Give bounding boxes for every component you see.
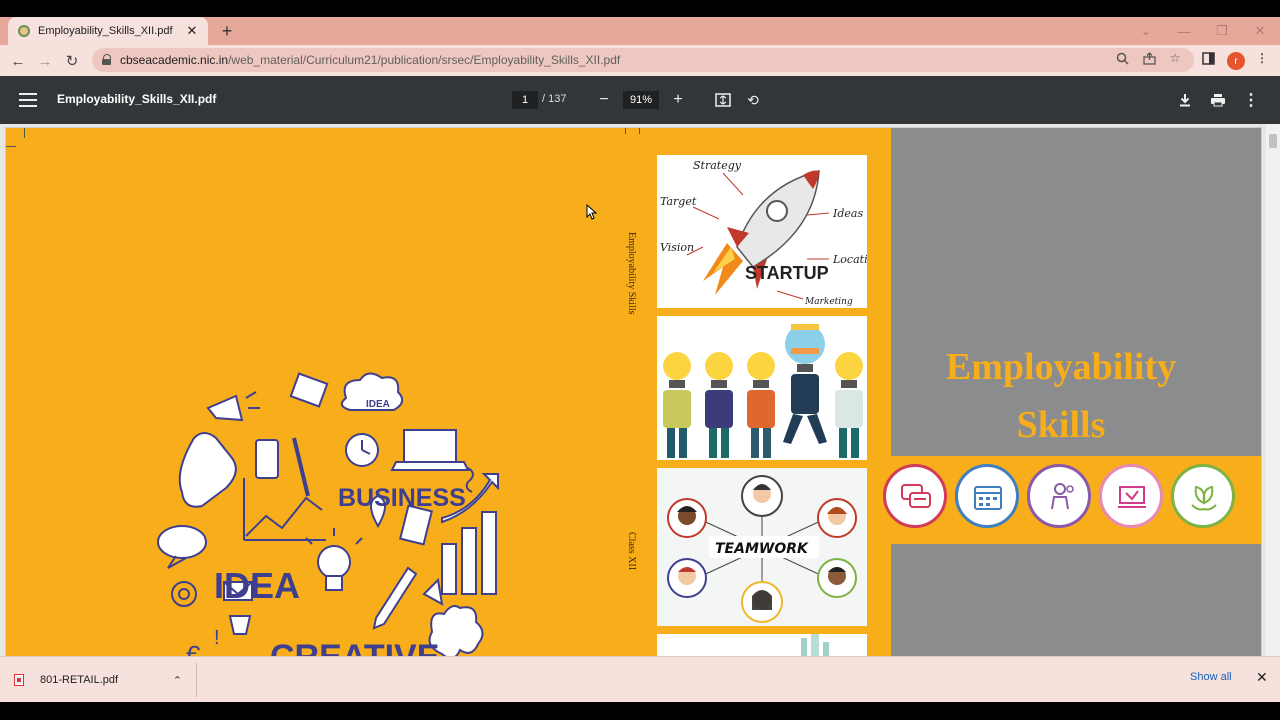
cover-title: Employability Skills: [891, 338, 1231, 454]
screen-letterbox: [0, 702, 1280, 720]
lock-icon[interactable]: [102, 54, 112, 66]
teamwork-image: TEAMWORK: [657, 468, 867, 626]
crop-mark: [639, 128, 640, 134]
startup-label: Strategy: [693, 159, 742, 172]
tab-active[interactable]: Employability_Skills_XII.pdf ✕: [8, 17, 208, 45]
self-management-icon: [1027, 464, 1091, 528]
page-total: / 137: [542, 93, 567, 105]
downloads-divider: [196, 663, 197, 697]
zoom-level-input[interactable]: 91%: [623, 91, 659, 109]
vertical-scrollbar[interactable]: [1266, 124, 1280, 656]
close-downloads-icon[interactable]: ✕: [1256, 669, 1268, 686]
spine-title: Employability Skills: [626, 232, 637, 315]
rotate-icon[interactable]: ⟲: [743, 90, 763, 110]
page-number-input[interactable]: 1: [512, 91, 538, 109]
zoom-icon[interactable]: [1114, 50, 1130, 66]
people-lightbulbs-image: [657, 316, 867, 460]
spine-class: Class XII: [626, 532, 637, 571]
download-item[interactable]: 801-RETAIL.pdf ⌃: [14, 668, 196, 692]
calendar-icon: [955, 464, 1019, 528]
doodle-word: IDEA: [366, 399, 390, 410]
chevron-up-icon[interactable]: ⌃: [173, 674, 182, 687]
pdf-menu-icon[interactable]: [19, 93, 37, 107]
doodle-word-creative: CREATIVE: [270, 638, 439, 656]
mouse-cursor-icon: [586, 204, 598, 220]
zoom-out-icon[interactable]: −: [594, 90, 614, 110]
new-tab-button[interactable]: +: [216, 20, 238, 42]
startup-label: Location: [832, 253, 867, 266]
startup-rocket-image: Strategy Target Ideas Vision Location Ma…: [657, 155, 867, 308]
pdf-toolbar: Employability_Skills_XII.pdf 1 / 137 − 9…: [0, 76, 1280, 124]
crop-mark: [625, 128, 626, 134]
download-file-name: 801-RETAIL.pdf: [40, 674, 119, 686]
startup-label: Target: [660, 195, 697, 208]
startup-title: STARTUP: [745, 263, 829, 283]
startup-label: Vision: [660, 241, 694, 254]
download-icon[interactable]: [1175, 90, 1195, 110]
scrollbar-thumb[interactable]: [1269, 134, 1277, 148]
doodle-word-business: BUSINESS: [338, 484, 466, 512]
browser-toolbar: ← → ↻ cbseacademic.nic.in/web_material/C…: [0, 45, 1280, 76]
profile-avatar[interactable]: r: [1227, 52, 1245, 70]
pdf-file-name: Employability_Skills_XII.pdf: [57, 92, 217, 106]
tab-search-chevron-icon[interactable]: ⌄: [1128, 17, 1164, 45]
downloads-bar: 801-RETAIL.pdf ⌃ Show all ✕: [0, 656, 1280, 702]
cover-title-line1: Employability: [945, 346, 1177, 388]
crop-mark: [24, 128, 25, 138]
site-favicon-icon: [18, 25, 30, 37]
back-icon[interactable]: ←: [6, 49, 30, 73]
tab-strip: Employability_Skills_XII.pdf ✕ + ⌄ — ❐ ✕: [0, 17, 1280, 45]
side-panel-icon[interactable]: [1200, 50, 1216, 66]
address-bar[interactable]: cbseacademic.nic.in/web_material/Curricu…: [92, 48, 1194, 72]
reload-icon[interactable]: ↻: [60, 49, 84, 73]
pdf-more-icon[interactable]: ⋮: [1241, 90, 1261, 110]
show-all-button[interactable]: Show all: [1190, 671, 1232, 683]
pdf-file-icon: [14, 674, 24, 686]
url-host: cbseacademic.nic.in: [120, 53, 229, 67]
teamwork-label: TEAMWORK: [715, 541, 809, 557]
svg-text:€: €: [186, 640, 201, 656]
ict-skills-icon: [1099, 464, 1163, 528]
svg-text:!: !: [214, 627, 220, 649]
share-icon[interactable]: [1141, 50, 1157, 66]
forward-icon[interactable]: →: [33, 49, 57, 73]
tab-title: Employability_Skills_XII.pdf: [38, 25, 173, 37]
minimize-icon[interactable]: —: [1166, 17, 1202, 45]
communication-icon: [883, 464, 947, 528]
zoom-in-icon[interactable]: +: [668, 90, 688, 110]
fit-page-icon[interactable]: [713, 90, 733, 110]
browser-menu-icon[interactable]: ⋮: [1254, 50, 1270, 66]
startup-label: Ideas: [832, 207, 863, 220]
startup-label: Marketing: [804, 297, 853, 307]
green-skills-icon: [1171, 464, 1235, 528]
pdf-document-area[interactable]: € ! IDEA BUSINESS IDEA CREATIVE Employab…: [0, 124, 1280, 656]
doodle-word-idea: IDEA: [214, 565, 300, 606]
restore-icon[interactable]: ❐: [1204, 17, 1240, 45]
cover-panel-image: [657, 634, 867, 656]
close-window-icon[interactable]: ✕: [1242, 17, 1278, 45]
business-idea-doodle-illustration: € ! IDEA BUSINESS IDEA CREATIVE: [157, 372, 499, 656]
cover-title-line2: Skills: [1016, 404, 1106, 446]
pdf-page-cover: € ! IDEA BUSINESS IDEA CREATIVE Employab…: [5, 127, 1262, 656]
url-path: /web_material/Curriculum21/publication/s…: [228, 53, 621, 67]
browser-window: Employability_Skills_XII.pdf ✕ + ⌄ — ❐ ✕…: [0, 0, 1280, 720]
bookmark-star-icon[interactable]: ☆: [1167, 50, 1183, 66]
crop-mark: [6, 146, 16, 147]
print-icon[interactable]: [1208, 90, 1228, 110]
close-tab-icon[interactable]: ✕: [184, 23, 200, 39]
